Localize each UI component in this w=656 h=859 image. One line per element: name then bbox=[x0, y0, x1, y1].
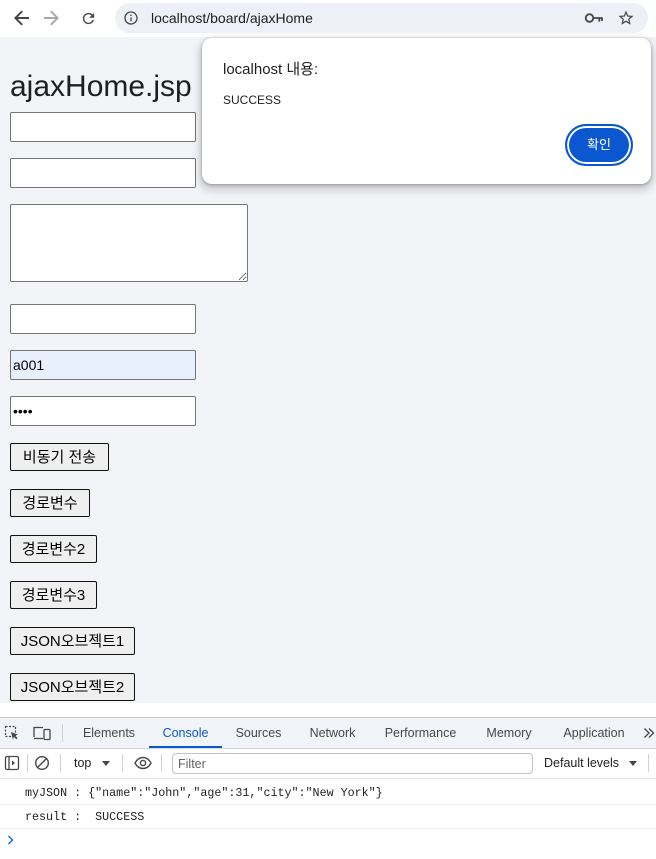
dropdown-arrow-icon[interactable] bbox=[102, 761, 110, 767]
active-tab-indicator bbox=[149, 746, 222, 748]
devtools-tab-bar: Elements Console Sources Network Perform… bbox=[0, 718, 656, 749]
text-input-3[interactable] bbox=[10, 304, 196, 334]
id-input[interactable] bbox=[10, 350, 196, 380]
tab-elements[interactable]: Elements bbox=[70, 718, 148, 748]
textarea-input[interactable] bbox=[10, 204, 248, 282]
forward-arrow-icon[interactable] bbox=[39, 6, 63, 30]
json-object-2-button[interactable]: JSON오브젝트2 bbox=[10, 673, 135, 701]
back-arrow-icon[interactable] bbox=[10, 6, 34, 30]
text-input-2[interactable] bbox=[10, 158, 196, 188]
dropdown-arrow-icon[interactable] bbox=[629, 761, 637, 767]
json-object-1-button[interactable]: JSON오브젝트1 bbox=[10, 627, 135, 655]
tab-application[interactable]: Application bbox=[548, 718, 640, 748]
path-variable-2-button[interactable]: 경로변수2 bbox=[10, 535, 97, 563]
tab-sources[interactable]: Sources bbox=[223, 718, 294, 748]
inspect-element-icon[interactable] bbox=[4, 725, 20, 741]
toolbar-divider bbox=[122, 754, 123, 772]
more-tabs-chevron-icon[interactable] bbox=[643, 727, 655, 739]
console-prompt[interactable] bbox=[0, 829, 656, 851]
sidebar-toggle-icon[interactable] bbox=[4, 755, 20, 771]
password-key-icon[interactable] bbox=[584, 12, 604, 24]
password-input[interactable] bbox=[10, 396, 196, 426]
toolbar-divider bbox=[27, 754, 28, 772]
page-title: ajaxHome.jsp bbox=[10, 70, 192, 103]
site-info-icon[interactable] bbox=[123, 10, 139, 26]
console-message[interactable]: myJSON : {"name":"John","age":31,"city":… bbox=[0, 781, 656, 805]
devtools-panel: Elements Console Sources Network Perform… bbox=[0, 717, 656, 859]
toolbar-divider bbox=[161, 754, 162, 772]
console-filter-input[interactable] bbox=[172, 753, 533, 774]
clear-console-icon[interactable] bbox=[34, 755, 50, 771]
console-toolbar: top Default levels bbox=[0, 749, 656, 779]
context-selector[interactable]: top bbox=[74, 749, 91, 778]
browser-toolbar: localhost/board/ajaxHome bbox=[0, 0, 656, 37]
tab-memory[interactable]: Memory bbox=[471, 718, 547, 748]
async-send-button[interactable]: 비동기 전송 bbox=[10, 443, 109, 471]
alert-ok-button[interactable]: 확인 bbox=[565, 124, 633, 166]
alert-dialog: localhost 내용: SUCCESS 확인 bbox=[202, 38, 651, 184]
device-toolbar-icon[interactable] bbox=[33, 725, 51, 741]
path-variable-button[interactable]: 경로변수 bbox=[10, 489, 90, 517]
toolbar-divider bbox=[62, 724, 63, 742]
toolbar-divider bbox=[648, 754, 649, 772]
console-message[interactable]: result : SUCCESS bbox=[0, 805, 656, 829]
url-text[interactable]: localhost/board/ajaxHome bbox=[151, 3, 313, 33]
tab-performance[interactable]: Performance bbox=[371, 718, 470, 748]
reload-icon[interactable] bbox=[76, 6, 100, 30]
bookmark-star-icon[interactable] bbox=[617, 9, 635, 27]
alert-title: localhost 내용: bbox=[223, 61, 319, 78]
live-expression-eye-icon[interactable] bbox=[134, 756, 152, 770]
log-levels-selector[interactable]: Default levels bbox=[544, 749, 619, 778]
alert-message: SUCCESS bbox=[223, 93, 282, 107]
address-bar[interactable]: localhost/board/ajaxHome bbox=[115, 3, 648, 33]
path-variable-3-button[interactable]: 경로변수3 bbox=[10, 581, 97, 609]
toolbar-divider bbox=[60, 754, 61, 772]
tab-network[interactable]: Network bbox=[295, 718, 370, 748]
tab-console[interactable]: Console bbox=[149, 718, 222, 748]
text-input-1[interactable] bbox=[10, 112, 196, 142]
console-prompt-chevron-icon bbox=[7, 835, 15, 845]
